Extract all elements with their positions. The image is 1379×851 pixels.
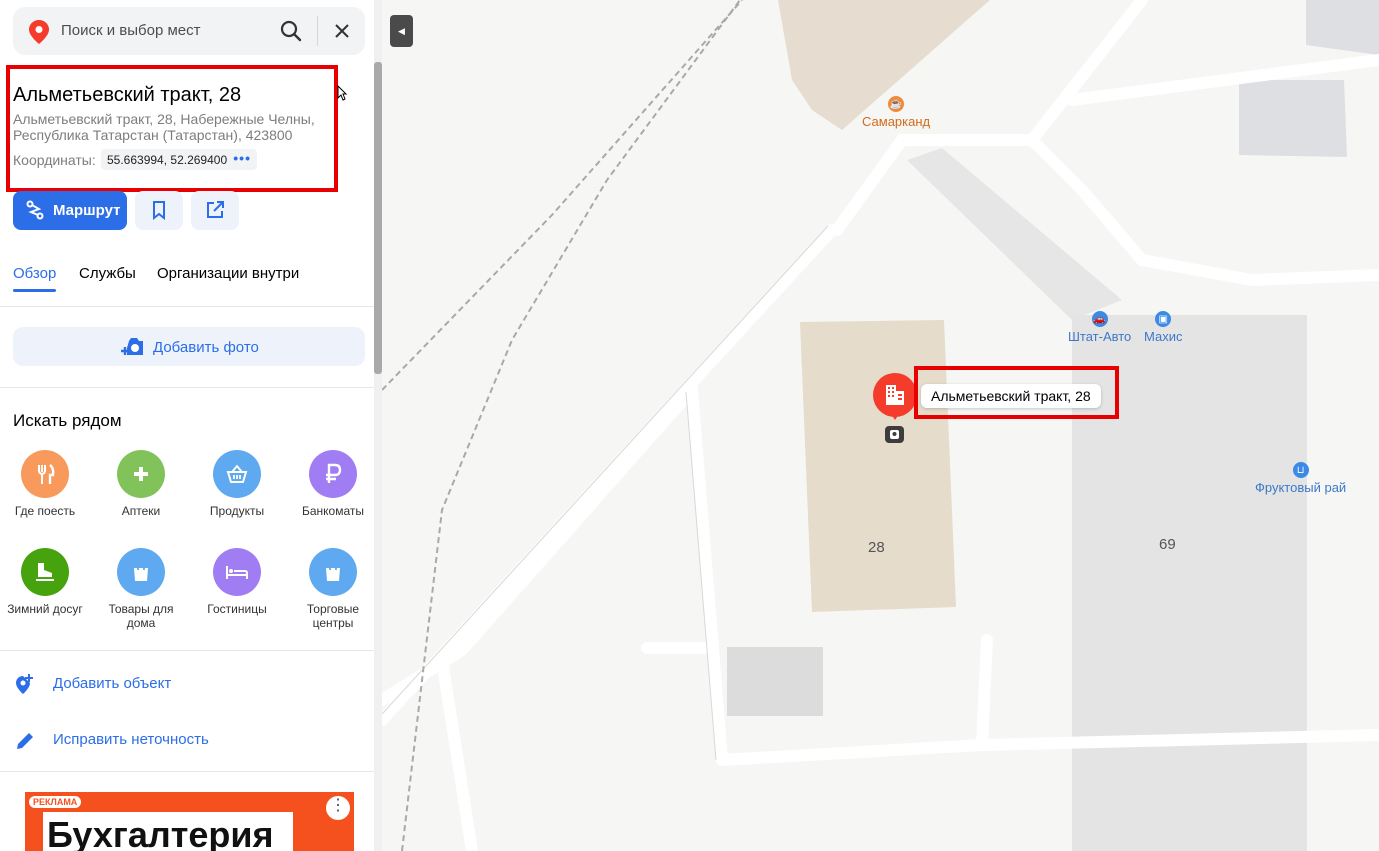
search-divider [317,16,318,46]
poi-label: Штат-Авто [1068,329,1132,344]
coords-value[interactable]: 55.663994, 52.269400 ••• [101,149,257,170]
search-box[interactable]: Поиск и выбор мест [13,7,365,55]
marker-tip [889,411,901,420]
nearby-home-goods[interactable]: Товары для дома [96,548,186,630]
more-dots-icon[interactable]: ••• [233,150,251,166]
tab-active-indicator [13,289,56,292]
divider [0,771,374,772]
nearby-pharmacy[interactable]: Аптеки [96,450,186,518]
place-title: Альметьевский тракт, 28 [13,84,242,106]
nearby-label: Продукты [209,504,265,518]
ad-headline: Бухгалтерия [47,814,274,851]
entrance-icon [885,426,904,443]
divider [0,387,374,388]
poi-samarkand[interactable]: ☕ Самарканд [862,96,930,129]
nearby-groceries[interactable]: Продукты [192,450,282,518]
poi-shtat-avto[interactable]: 🚗 Штат-Авто [1068,311,1131,344]
ad-more-icon[interactable]: ⋮ [326,796,350,820]
car-icon: 🚗 [1091,311,1108,327]
ad-banner[interactable]: РЕКЛАМА Бухгалтерия ⋮ [25,792,354,851]
nearby-label: Аптеки [121,504,161,518]
tab-organizations[interactable]: Организации внутри [157,265,299,282]
divider [0,650,374,651]
nearby-label: Гостиницы [207,602,267,616]
ad-headline-box: Бухгалтерия [43,812,293,851]
poi-fruktoviy-ray[interactable]: ⊔ Фруктовый рай [1255,462,1346,495]
ruble-icon [309,450,357,498]
pencil-icon [17,733,33,749]
nearby-label: Зимний досуг [7,602,83,616]
nearby-title: Искать рядом [13,411,122,430]
house-number: 69 [1159,536,1176,553]
ad-tag: РЕКЛАМА [29,796,82,808]
bookmark-button[interactable] [135,191,183,230]
bag-icon [117,548,165,596]
bag-icon: ▣ [1155,311,1172,327]
coords-label: Координаты: [13,152,96,168]
nearby-label: Где поесть [14,504,76,518]
building-icon [886,385,904,405]
place-address: Альметьевский тракт, 28, Набережные Челн… [13,111,315,143]
nearby-label: Торговые центры [306,602,360,630]
bag-icon [309,548,357,596]
poi-mahis[interactable]: ▣ Махис [1144,311,1182,344]
nearby-atm[interactable]: Банкоматы [288,450,378,518]
poi-label: Самарканд [862,114,931,129]
cafe-icon: ☕ [888,96,905,112]
nearby-hotels[interactable]: Гостиницы [192,548,282,616]
tab-overview[interactable]: Обзор [13,265,56,282]
search-input[interactable]: Поиск и выбор мест [61,22,201,39]
search-icon[interactable] [279,19,303,43]
bookmark-icon [153,201,165,220]
add-photo-label: Добавить фото [153,339,259,356]
poi-label: Махис [1144,329,1183,344]
nearby-winter[interactable]: Зимний досуг [0,548,90,616]
highlight-frame-map [914,366,1119,419]
add-place-icon [16,674,33,694]
add-photo-button[interactable]: Добавить фото [13,327,365,366]
mouse-cursor-icon [337,85,347,101]
collapse-panel-button[interactable]: ◀ [390,15,413,47]
skate-icon [21,548,69,596]
nearby-label: Товары для дома [108,602,174,630]
route-icon [26,200,44,220]
plus-icon [117,450,165,498]
add-object-label: Добавить объект [53,675,172,692]
tab-services[interactable]: Службы [79,265,136,282]
map-pin-icon [29,20,49,44]
nearby-label: Банкоматы [301,504,364,518]
divider [0,306,374,307]
fix-error-label: Исправить неточность [53,731,209,748]
poi-label: Фруктовый рай [1255,480,1347,495]
fork-knife-icon [21,450,69,498]
house-number: 28 [868,539,885,556]
close-icon[interactable] [331,20,353,42]
scrollbar-thumb[interactable] [374,62,382,374]
camera-plus-icon [121,338,143,355]
route-button[interactable]: Маршрут [13,191,127,230]
route-button-label: Маршрут [53,202,121,219]
basket-icon [213,450,261,498]
bed-icon [213,548,261,596]
basket-icon: ⊔ [1292,462,1309,478]
side-panel: Поиск и выбор мест Альметьевский тракт, … [0,0,382,851]
nearby-food[interactable]: Где поесть [0,450,90,518]
share-button[interactable] [191,191,239,230]
map-canvas[interactable]: 28 69 ☕ Самарканд 🚗 Штат-Авто ▣ Махис ⊔ … [382,0,1379,851]
share-icon [207,201,224,218]
nearby-malls[interactable]: Торговые центры [288,548,378,630]
coords-text: 55.663994, 52.269400 [107,153,228,167]
